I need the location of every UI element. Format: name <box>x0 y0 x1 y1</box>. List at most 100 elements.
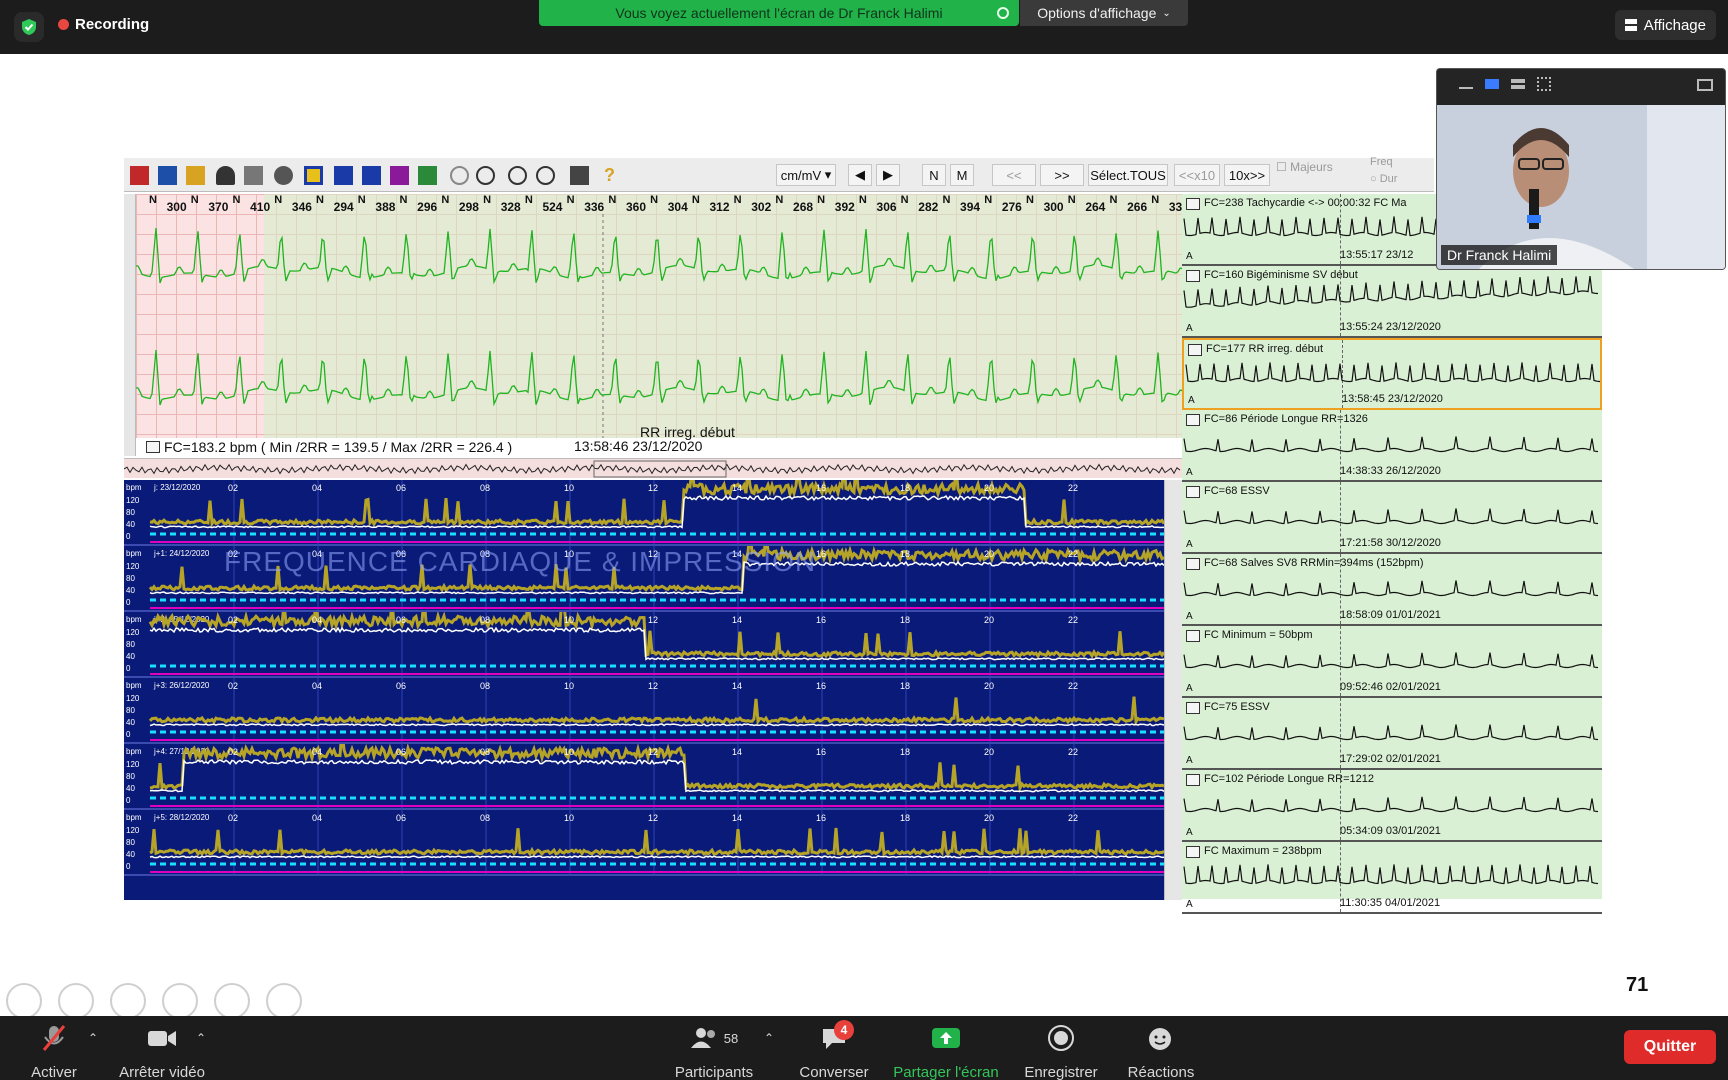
shared-screen-ecg-software: ? cm/mV ▾ ◀ ▶ N M << >> Sélect.TOUS <<x1… <box>123 156 1604 918</box>
display-layout-label: Affichage <box>1643 16 1706 34</box>
view-options-dropdown[interactable]: Options d'affichage ⌄ <box>1020 0 1188 26</box>
n-button[interactable]: N <box>922 164 946 186</box>
reactions-button[interactable]: Réactions <box>1101 1024 1221 1080</box>
open-folder-icon[interactable] <box>186 166 205 185</box>
hour-tick-label: 22 <box>1068 681 1079 691</box>
select-all-button[interactable]: Sélect.TOUS <box>1088 164 1168 186</box>
single-view-icon[interactable] <box>1485 79 1499 89</box>
waveform-detail-icon[interactable] <box>362 166 381 185</box>
grid-view-icon[interactable] <box>390 166 409 185</box>
hour-tick-label: 02 <box>228 681 239 691</box>
leave-meeting-button[interactable]: Quitter <box>1624 1030 1716 1064</box>
share-screen-button[interactable]: Partager l'écran <box>886 1024 1006 1080</box>
slide-forward-icon[interactable] <box>58 983 94 1019</box>
zoom-icon[interactable] <box>214 983 250 1019</box>
hour-tick-label: 10 <box>564 681 575 691</box>
speaker-name-label: Dr Franck Halimi <box>1441 245 1558 265</box>
event-item[interactable]: FC=68 ESSV A 17:21:58 30/12/2020 <box>1182 482 1602 554</box>
more-icon[interactable] <box>266 983 302 1019</box>
holter-vertical-scrollbar[interactable] <box>1164 480 1182 900</box>
next-x10-button[interactable]: 10x>> <box>1224 164 1270 186</box>
waveform-icon[interactable] <box>334 166 353 185</box>
participants-icon <box>690 1028 715 1048</box>
holter-day-panels[interactable]: 120 80 40 0 bpm j: 23/12/2020 02 04 06 08 10 12 14 16… <box>124 480 1164 900</box>
ecg-lead-trace <box>136 227 1206 285</box>
search-icon[interactable] <box>476 166 495 185</box>
hour-tick-label: 08 <box>480 483 491 493</box>
hour-tick-label: 08 <box>480 747 491 757</box>
unit-select-value: cm/mV <box>780 167 822 183</box>
step-left-button[interactable]: ◀ <box>848 164 872 186</box>
help-icon[interactable]: ? <box>600 166 619 185</box>
holter-trend-chart <box>149 480 1164 546</box>
event-list: FC=238 Tachycardie <-> 00:00:32 FC Ma A 13… <box>1182 194 1602 914</box>
step-right-button[interactable]: ▶ <box>876 164 900 186</box>
event-item[interactable]: FC=160 Bigéminisme SV début A 13:55:24 23/… <box>1182 266 1602 338</box>
color-map-icon[interactable] <box>304 166 323 185</box>
event-item[interactable]: FC=177 RR irreg. début A 13:58:45 23/12/20… <box>1182 338 1602 410</box>
pop-out-icon[interactable] <box>1697 79 1713 91</box>
slides-icon[interactable] <box>162 983 198 1019</box>
computer-icon[interactable] <box>158 166 177 185</box>
pen-icon[interactable] <box>110 983 146 1019</box>
holter-day-row[interactable]: 120 80 40 0 bpm j+2: 25/12/2020 02 04 06 08 10 12 14… <box>124 612 1164 678</box>
audio-options-chevron-icon[interactable]: ⌃ <box>88 1031 98 1045</box>
hour-tick-label: 12 <box>648 681 659 691</box>
overview-trend-band[interactable] <box>123 458 1182 478</box>
m-button[interactable]: M <box>950 164 974 186</box>
event-item[interactable]: FC Maximum = 238bpm A 11:30:35 04/01/2021 <box>1182 842 1602 914</box>
undo-icon[interactable] <box>450 166 469 185</box>
display-layout-button[interactable]: Affichage <box>1614 10 1716 40</box>
strip-view-icon[interactable] <box>1511 79 1525 89</box>
speaker-video-tile[interactable]: Dr Franck Halimi <box>1436 68 1726 270</box>
edit-icon[interactable] <box>244 166 263 185</box>
event-ecg-waveform <box>1183 724 1598 741</box>
alarm-icon[interactable] <box>130 166 149 185</box>
participants-button[interactable]: 58 Participants <box>654 1024 774 1080</box>
heart-rate-summary-text: FC=183.2 bpm ( Min /2RR = 139.5 / Max /2… <box>164 439 513 455</box>
participants-chevron-icon[interactable]: ⌃ <box>764 1031 774 1045</box>
majeurs-checkbox[interactable]: ☐ Majeurs <box>1276 160 1333 174</box>
ecg-vertical-scrollbar[interactable] <box>124 194 136 456</box>
video-options-chevron-icon[interactable]: ⌃ <box>196 1031 206 1045</box>
event-item[interactable]: FC=75 ESSV A 17:29:02 02/01/2021 <box>1182 698 1602 770</box>
chat-unread-badge: 4 <box>834 1020 854 1040</box>
previous-x10-button[interactable]: <<x10 <box>1174 164 1220 186</box>
event-timestamp: 13:58:45 23/12/2020 <box>1342 393 1443 405</box>
gallery-view-icon[interactable] <box>1537 77 1551 91</box>
hour-tick-label: 06 <box>396 681 407 691</box>
chevron-down-icon: ⌄ <box>1162 7 1171 19</box>
hour-tick-label: 16 <box>816 747 827 757</box>
print-event-icon[interactable] <box>146 441 160 453</box>
minimize-icon[interactable] <box>1459 87 1473 89</box>
recording-indicator[interactable]: Recording <box>58 16 149 33</box>
hour-tick-label: 20 <box>984 483 995 493</box>
print-icon[interactable] <box>570 166 589 185</box>
event-item[interactable]: FC Minimum = 50bpm A 09:52:46 02/01/2021 <box>1182 626 1602 698</box>
unit-select[interactable]: cm/mV ▾ <box>776 164 836 186</box>
holter-day-row[interactable]: 120 80 40 0 bpm j+4: 27/12/2020 02 04 06 08 10 12 14… <box>124 744 1164 810</box>
slide-back-icon[interactable] <box>6 983 42 1019</box>
hour-tick-label: 20 <box>984 681 995 691</box>
holter-day-row[interactable]: 120 80 40 0 bpm j+5: 28/12/2020 02 04 06 08 10 12 14… <box>124 810 1164 876</box>
histogram-icon[interactable] <box>418 166 437 185</box>
security-shield-icon[interactable] <box>14 12 44 42</box>
event-item[interactable]: FC=68 Salves SV8 RRMin=394ms (152bpm) A 18… <box>1182 554 1602 626</box>
dur-radio[interactable]: ○ Dur <box>1370 173 1397 185</box>
next-button[interactable]: >> <box>1040 164 1084 186</box>
patient-icon[interactable] <box>216 166 235 185</box>
hour-tick-label: 22 <box>1068 615 1079 625</box>
holter-day-row[interactable]: 120 80 40 0 bpm j: 23/12/2020 02 04 06 08 10 12 14 16… <box>124 480 1164 546</box>
event-item[interactable]: FC=86 Période Longue RR=1326 A 14:38:33 26… <box>1182 410 1602 482</box>
hour-tick-label: 08 <box>480 615 491 625</box>
zoom-in-icon[interactable] <box>508 166 527 185</box>
event-ecg-waveform <box>1183 652 1598 669</box>
ecg-timestamp: 13:58:46 23/12/2020 <box>574 438 703 454</box>
holter-day-row[interactable]: 120 80 40 0 bpm j+3: 26/12/2020 02 04 06 08 10 12 14… <box>124 678 1164 744</box>
previous-button[interactable]: << <box>992 164 1036 186</box>
event-item[interactable]: FC=102 Période Longue RR=1212 A 05:34:09 0… <box>1182 770 1602 842</box>
event-lead-label: A <box>1186 683 1193 694</box>
freq-radio[interactable]: Freq <box>1370 156 1393 168</box>
zoom-out-icon[interactable] <box>536 166 555 185</box>
glasses-icon[interactable] <box>274 166 293 185</box>
